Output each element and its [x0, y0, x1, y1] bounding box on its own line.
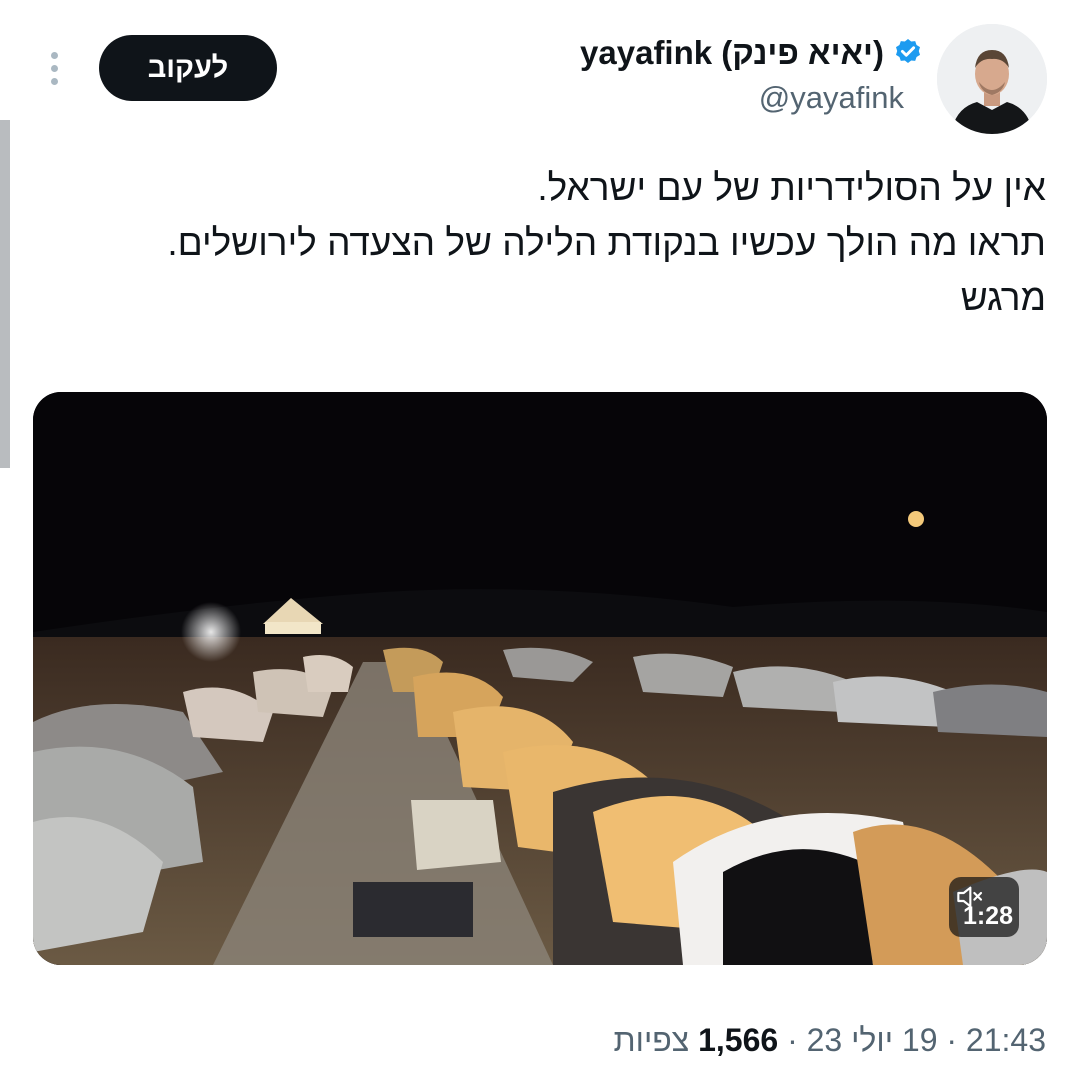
tweet-meta: 21:43 · 19 יולי 23 · 1,566 צפיות [614, 1022, 1046, 1059]
video-duration: 1:28 [962, 902, 1013, 930]
tweet-time[interactable]: 21:43 [966, 1022, 1046, 1058]
avatar[interactable] [937, 24, 1047, 134]
scroll-indicator[interactable] [0, 120, 10, 468]
author-display-name[interactable]: yayafink (יאיא פינק) [580, 34, 884, 72]
separator: · [787, 1022, 798, 1058]
tweet-text: אין על הסולידריות של עם ישראל. תראו מה ה… [46, 160, 1046, 325]
follow-button[interactable]: לעקוב [99, 35, 277, 101]
avatar-image [937, 24, 1047, 134]
tweet-line: תראו מה הולך עכשיו בנקודת הלילה של הצעדה… [167, 222, 1046, 263]
tweet-date[interactable]: 19 יולי 23 [807, 1022, 938, 1058]
author-handle[interactable]: @yayafink [759, 80, 904, 116]
video-thumbnail [33, 392, 1047, 965]
video-player[interactable]: 1:28 [33, 392, 1047, 965]
tweet-line: מרגש [960, 277, 1046, 318]
separator: · [946, 1022, 958, 1058]
more-vertical-icon[interactable] [44, 48, 64, 88]
views-label: צפיות [613, 1022, 690, 1058]
tweet-line: אין על הסולידריות של עם ישראל. [537, 167, 1046, 208]
verified-badge-icon [896, 39, 920, 63]
author-name-row[interactable]: yayafink (יאיא פינק) [580, 34, 924, 72]
views-count: 1,566 [698, 1022, 779, 1058]
video-duration-badge: 1:28 [949, 877, 1019, 937]
